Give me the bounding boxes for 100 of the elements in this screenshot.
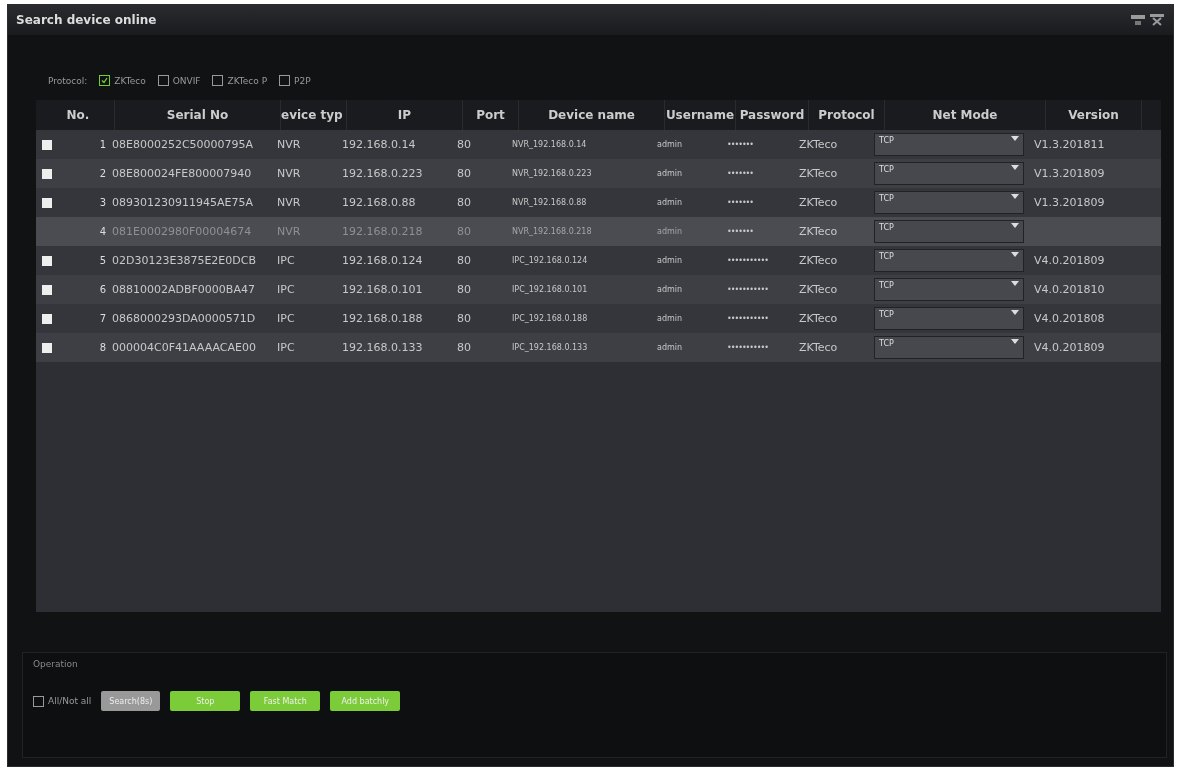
serial-cell: 081E0002980F00004674	[112, 225, 252, 238]
device-name-cell: NVR_192.168.0.223	[512, 169, 592, 178]
port-cell: 80	[457, 312, 471, 325]
net-mode-dropdown[interactable]: TCP	[874, 162, 1024, 185]
row-number: 6	[99, 284, 106, 295]
username-cell: admin	[657, 169, 683, 178]
protocol-cell: ZKTeco	[799, 138, 838, 151]
net-mode-dropdown[interactable]: TCP	[874, 336, 1024, 359]
type-cell: NVR	[277, 167, 301, 180]
dropdown-arrow-icon	[1011, 165, 1019, 170]
row-number: 3	[99, 197, 106, 208]
row-number: 8	[99, 342, 106, 353]
version-cell: V4.0.201809	[1034, 254, 1105, 267]
ip-cell: 192.168.0.218	[342, 225, 423, 238]
ip-cell: 192.168.0.88	[342, 196, 416, 209]
protocol-label: Protocol:	[48, 75, 88, 86]
dropdown-arrow-icon	[1011, 281, 1019, 286]
type-cell: IPC	[277, 283, 295, 296]
ip-cell: 192.168.0.101	[342, 283, 423, 296]
device-name-cell: IPC_192.168.0.101	[512, 285, 588, 294]
password-cell: •••••••	[727, 198, 754, 207]
net-mode-dropdown[interactable]: TCP	[874, 278, 1024, 301]
device-name-cell: IPC_192.168.0.188	[512, 314, 588, 323]
password-cell: •••••••••••	[727, 285, 768, 294]
version-cell: V1.3.201809	[1034, 196, 1105, 209]
username-cell: admin	[657, 140, 683, 149]
row-checkbox[interactable]	[42, 313, 52, 324]
port-cell: 80	[457, 196, 471, 209]
ip-cell: 192.168.0.14	[342, 138, 416, 151]
checkmark-icon	[101, 77, 109, 84]
row-checkbox[interactable]	[42, 139, 52, 150]
serial-cell: 000004C0F41AAAACAE00	[112, 341, 256, 354]
row-number: 7	[99, 313, 106, 324]
operation-title: Operation	[33, 659, 79, 669]
type-cell: IPC	[277, 254, 295, 267]
version-cell: V1.3.201809	[1034, 167, 1105, 180]
protocol-cell: ZKTeco	[799, 341, 838, 354]
dropdown-arrow-icon	[1011, 252, 1019, 257]
username-cell: admin	[657, 343, 683, 352]
row-checkbox[interactable]	[42, 255, 52, 266]
minimize-icon[interactable]	[1130, 13, 1146, 27]
password-cell: •••••••••••	[727, 256, 768, 265]
device-name-cell: NVR_192.168.0.88	[512, 198, 587, 207]
password-cell: •••••••••••	[727, 314, 768, 323]
row-checkbox[interactable]	[42, 342, 52, 353]
port-cell: 80	[457, 254, 471, 267]
window-title: Search device online	[16, 13, 157, 27]
version-cell: V1.3.201811	[1034, 138, 1105, 151]
row-number: 4	[99, 226, 106, 237]
username-cell: admin	[657, 285, 683, 294]
port-cell: 80	[457, 283, 471, 296]
port-cell: 80	[457, 341, 471, 354]
serial-cell: 089301230911945AE75A	[112, 196, 253, 209]
serial-cell: 08E8000252C50000795A	[112, 138, 254, 151]
serial-cell: 02D30123E3875E2E0DCB	[112, 254, 256, 267]
device-name-cell: IPC_192.168.0.133	[512, 343, 588, 352]
serial-cell: 0868000293DA0000571D	[112, 312, 256, 325]
protocol-cell: ZKTeco	[799, 196, 838, 209]
row-number: 5	[99, 255, 106, 266]
device-name-cell: NVR_192.168.0.14	[512, 140, 587, 149]
row-checkbox[interactable]	[42, 197, 52, 208]
type-cell: NVR	[277, 196, 301, 209]
password-cell: •••••••	[727, 169, 754, 178]
net-mode-dropdown[interactable]: TCP	[874, 249, 1024, 272]
protocol-checkbox[interactable]: P2P	[279, 75, 311, 86]
dropdown-arrow-icon	[1011, 194, 1019, 199]
protocol-checkbox[interactable]: ZKTeco	[99, 75, 146, 86]
version-cell: V4.0.201808	[1034, 312, 1105, 325]
net-mode-dropdown[interactable]: TCP	[874, 307, 1024, 330]
port-cell: 80	[457, 225, 471, 238]
ip-cell: 192.168.0.133	[342, 341, 423, 354]
port-cell: 80	[457, 138, 471, 151]
serial-cell: 08810002ADBF0000BA47	[112, 283, 255, 296]
close-icon[interactable]	[1149, 13, 1165, 27]
port-cell: 80	[457, 167, 471, 180]
password-cell: •••••••	[727, 227, 754, 236]
ip-cell: 192.168.0.223	[342, 167, 423, 180]
protocol-checkbox[interactable]: ONVIF	[157, 75, 201, 86]
type-cell: NVR	[277, 138, 301, 151]
username-cell: admin	[657, 314, 683, 323]
serial-cell: 08E800024FE800007940	[112, 167, 252, 180]
row-checkbox[interactable]	[42, 284, 52, 295]
dropdown-arrow-icon	[1011, 136, 1019, 141]
net-mode-dropdown[interactable]: TCP	[874, 133, 1024, 156]
protocol-checkbox[interactable]: ZKTeco P	[212, 75, 268, 86]
version-cell: V4.0.201809	[1034, 341, 1105, 354]
row-number: 1	[99, 139, 106, 150]
version-cell: V4.0.201810	[1034, 283, 1105, 296]
username-cell: admin	[657, 198, 683, 207]
type-cell: IPC	[277, 341, 295, 354]
select-all-checkbox[interactable]: All/Not all	[33, 695, 92, 707]
username-cell: admin	[657, 256, 683, 265]
device-name-cell: NVR_192.168.0.218	[512, 227, 592, 236]
dropdown-arrow-icon	[1011, 310, 1019, 315]
row-checkbox[interactable]	[42, 168, 52, 179]
protocol-cell: ZKTeco	[799, 254, 838, 267]
row-number: 2	[99, 168, 106, 179]
net-mode-dropdown[interactable]: TCP	[874, 191, 1024, 214]
device-name-cell: IPC_192.168.0.124	[512, 256, 588, 265]
ip-cell: 192.168.0.188	[342, 312, 423, 325]
